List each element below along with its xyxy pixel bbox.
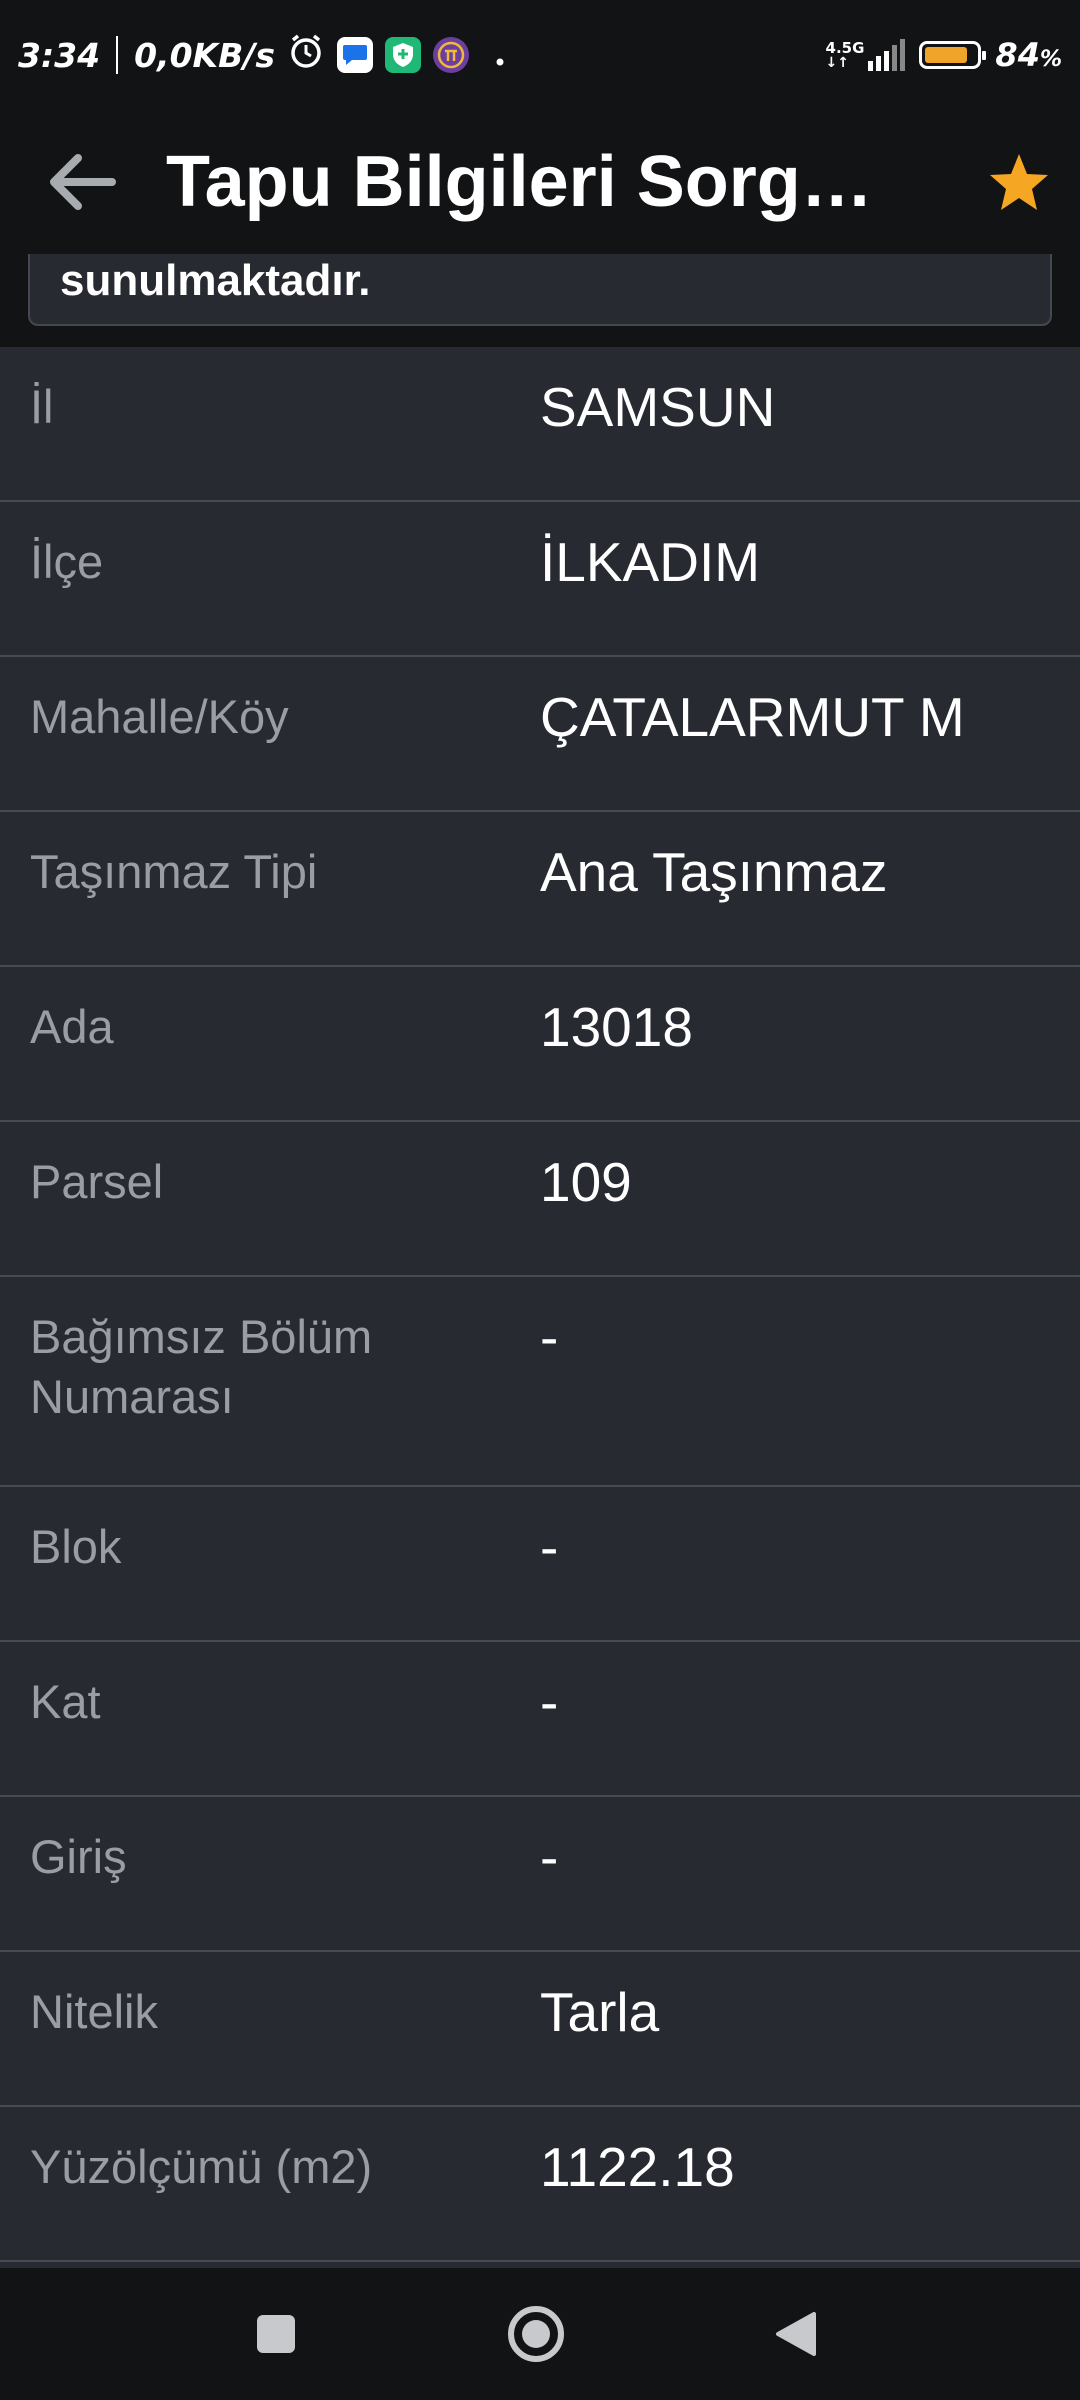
table-row-tasinmaz-tipi: Taşınmaz Tipi Ana Taşınmaz bbox=[0, 812, 1080, 967]
page-title: Tapu Bilgileri Sorg… bbox=[166, 142, 873, 222]
row-label: Giriş bbox=[30, 1830, 127, 1883]
favorite-button[interactable] bbox=[984, 147, 1054, 217]
row-value: İLKADIM bbox=[540, 531, 761, 593]
table-row-il: İl SAMSUN bbox=[0, 347, 1080, 502]
back-nav-button[interactable] bbox=[751, 2289, 841, 2379]
row-value: 1122.18 bbox=[540, 2136, 735, 2198]
arrow-left-icon bbox=[50, 154, 116, 210]
row-value: SAMSUN bbox=[540, 376, 776, 438]
cellular-signal-icon: 4.5G ↓↑ bbox=[826, 39, 906, 71]
messages-icon bbox=[336, 37, 373, 73]
row-label: Bağımsız Bölüm Numarası bbox=[30, 1310, 373, 1423]
row-label: Parsel bbox=[30, 1155, 164, 1208]
table-row-mahalle-koy: Mahalle/Köy ÇATALARMUT M bbox=[0, 657, 1080, 812]
alarm-icon bbox=[287, 32, 325, 78]
table-row-bagimsiz-bolum: Bağımsız Bölüm Numarası - bbox=[0, 1277, 1080, 1487]
row-value: Tarla bbox=[540, 1981, 660, 2043]
system-navigation-bar bbox=[0, 2268, 1080, 2400]
home-circle-icon bbox=[508, 2306, 564, 2362]
notice-container: sunulmaktadır. bbox=[0, 214, 1080, 347]
table-row-yuzolcumu: Yüzölçümü (m2) 1122.18 bbox=[0, 2107, 1080, 2262]
row-label: Kat bbox=[30, 1675, 101, 1728]
status-net-speed: 0,0KB/s bbox=[134, 35, 275, 75]
dot-icon bbox=[495, 36, 505, 75]
table-row-kat: Kat - bbox=[0, 1642, 1080, 1797]
battery-icon bbox=[919, 41, 987, 69]
battery-percent: 84% bbox=[995, 36, 1062, 74]
row-value: - bbox=[540, 1516, 559, 1578]
table-row-parsel: Parsel 109 bbox=[0, 1122, 1080, 1277]
table-row-ilce: İlçe İLKADIM bbox=[0, 502, 1080, 657]
home-button[interactable] bbox=[491, 2289, 581, 2379]
back-button[interactable] bbox=[26, 110, 136, 254]
row-value: Ana Taşınmaz bbox=[540, 841, 888, 903]
status-divider bbox=[116, 36, 119, 74]
row-label: Yüzölçümü (m2) bbox=[30, 2140, 373, 2193]
triangle-back-icon bbox=[776, 2312, 816, 2356]
row-value: ÇATALARMUT M bbox=[540, 686, 965, 748]
table-row-nitelik: Nitelik Tarla bbox=[0, 1952, 1080, 2107]
row-value: - bbox=[540, 1306, 559, 1368]
table-row-giris: Giriş - bbox=[0, 1797, 1080, 1952]
row-value: 109 bbox=[540, 1151, 632, 1213]
row-label: Mahalle/Köy bbox=[30, 690, 289, 743]
status-time: 3:34 bbox=[18, 35, 101, 75]
row-label: Blok bbox=[30, 1520, 122, 1573]
property-info-table: İl SAMSUN İlçe İLKADIM Mahalle/Köy ÇATAL… bbox=[0, 347, 1080, 2262]
row-label: Nitelik bbox=[30, 1985, 158, 2038]
star-icon bbox=[990, 154, 1048, 210]
row-label: İl bbox=[30, 380, 54, 433]
network-type: 4.5G bbox=[825, 39, 865, 57]
recents-button[interactable] bbox=[231, 2289, 321, 2379]
notice-text: sunulmaktadır. bbox=[60, 256, 371, 305]
row-label: İlçe bbox=[30, 535, 104, 588]
square-icon bbox=[257, 2315, 295, 2353]
row-value: - bbox=[540, 1826, 559, 1888]
shield-icon bbox=[384, 37, 421, 73]
status-bar: 3:34 0,0KB/s 4.5G ↓↑ 84% bbox=[0, 0, 1080, 110]
table-row-ada: Ada 13018 bbox=[0, 967, 1080, 1122]
row-label: Ada bbox=[30, 1000, 114, 1053]
row-value: - bbox=[540, 1671, 559, 1733]
pi-icon bbox=[432, 37, 469, 73]
row-value: 13018 bbox=[540, 996, 693, 1058]
app-bar: Tapu Bilgileri Sorg… bbox=[0, 110, 1080, 254]
table-row-blok: Blok - bbox=[0, 1487, 1080, 1642]
row-label: Taşınmaz Tipi bbox=[30, 845, 318, 898]
